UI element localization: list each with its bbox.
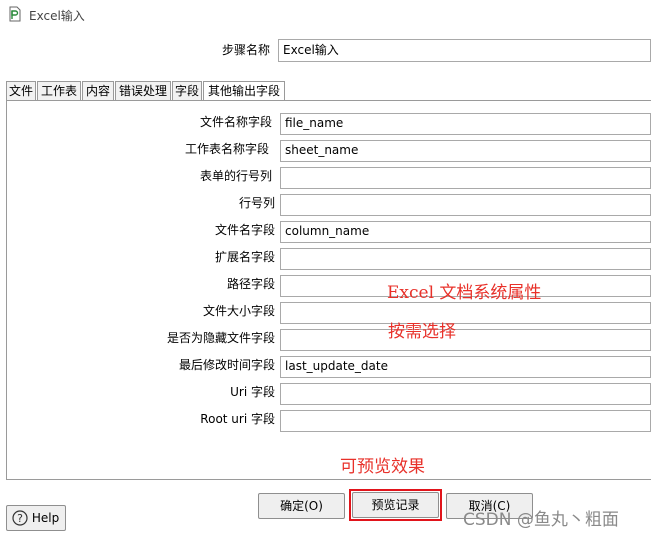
help-button[interactable]: ? Help xyxy=(6,505,66,531)
annotation-system-attributes: Excel 文档系统属性 xyxy=(387,283,542,303)
field-label-last-modified: 最后修改时间字段 xyxy=(178,358,275,372)
field-label-sheet-name: 工作表名称字段 xyxy=(184,142,269,156)
uri-field-input[interactable] xyxy=(280,383,651,405)
filename-field-input[interactable]: column_name xyxy=(280,221,651,243)
field-label-path: 路径字段 xyxy=(226,277,275,291)
tab-other-output-fields[interactable]: 其他输出字段 xyxy=(203,81,285,102)
field-label-sheet-row-number: 表单的行号列 xyxy=(199,169,272,183)
field-label-root-uri: Root uri 字段 xyxy=(200,412,275,426)
field-label-is-hidden: 是否为隐藏文件字段 xyxy=(166,331,275,345)
tab-content[interactable]: 内容 xyxy=(82,81,114,100)
file-size-field-input[interactable] xyxy=(280,302,651,324)
tab-worksheet[interactable]: 工作表 xyxy=(37,81,81,100)
sheet-name-field-input[interactable]: sheet_name xyxy=(280,140,651,162)
ok-button[interactable]: 确定(O) xyxy=(258,493,345,519)
title-bar: Excel输入 xyxy=(0,0,651,30)
root-uri-field-input[interactable] xyxy=(280,410,651,432)
step-name-label: 步骤名称 xyxy=(221,43,270,57)
spoon-document-icon xyxy=(9,6,21,22)
annotation-preview-effect: 可预览效果 xyxy=(340,457,425,477)
svg-text:?: ? xyxy=(17,512,23,525)
field-label-file-size: 文件大小字段 xyxy=(202,304,275,318)
annotation-select-as-needed: 按需选择 xyxy=(388,322,456,342)
field-label-extension: 扩展名字段 xyxy=(214,250,275,264)
watermark: CSDN @鱼丸丶粗面 xyxy=(463,510,619,530)
preview-records-button[interactable]: 预览记录 xyxy=(352,492,439,518)
field-label-uri: Uri 字段 xyxy=(230,385,275,399)
field-label-file-name: 文件名称字段 xyxy=(199,115,272,129)
window-title: Excel输入 xyxy=(29,9,85,23)
help-button-label: Help xyxy=(31,511,60,525)
tab-file[interactable]: 文件 xyxy=(6,81,36,100)
row-number-input[interactable] xyxy=(280,194,651,216)
sheet-row-number-input[interactable] xyxy=(280,167,651,189)
is-hidden-field-input[interactable] xyxy=(280,329,651,351)
extension-field-input[interactable] xyxy=(280,248,651,270)
last-modified-field-input[interactable]: last_update_date xyxy=(280,356,651,378)
file-name-field-input[interactable]: file_name xyxy=(280,113,651,135)
field-label-row-number: 行号列 xyxy=(238,196,275,210)
tab-fields[interactable]: 字段 xyxy=(172,81,202,100)
field-label-filename: 文件名字段 xyxy=(214,223,275,237)
tab-error-handling[interactable]: 错误处理 xyxy=(115,81,171,100)
help-icon: ? xyxy=(12,510,28,526)
step-name-input[interactable]: Excel输入 xyxy=(278,39,651,62)
